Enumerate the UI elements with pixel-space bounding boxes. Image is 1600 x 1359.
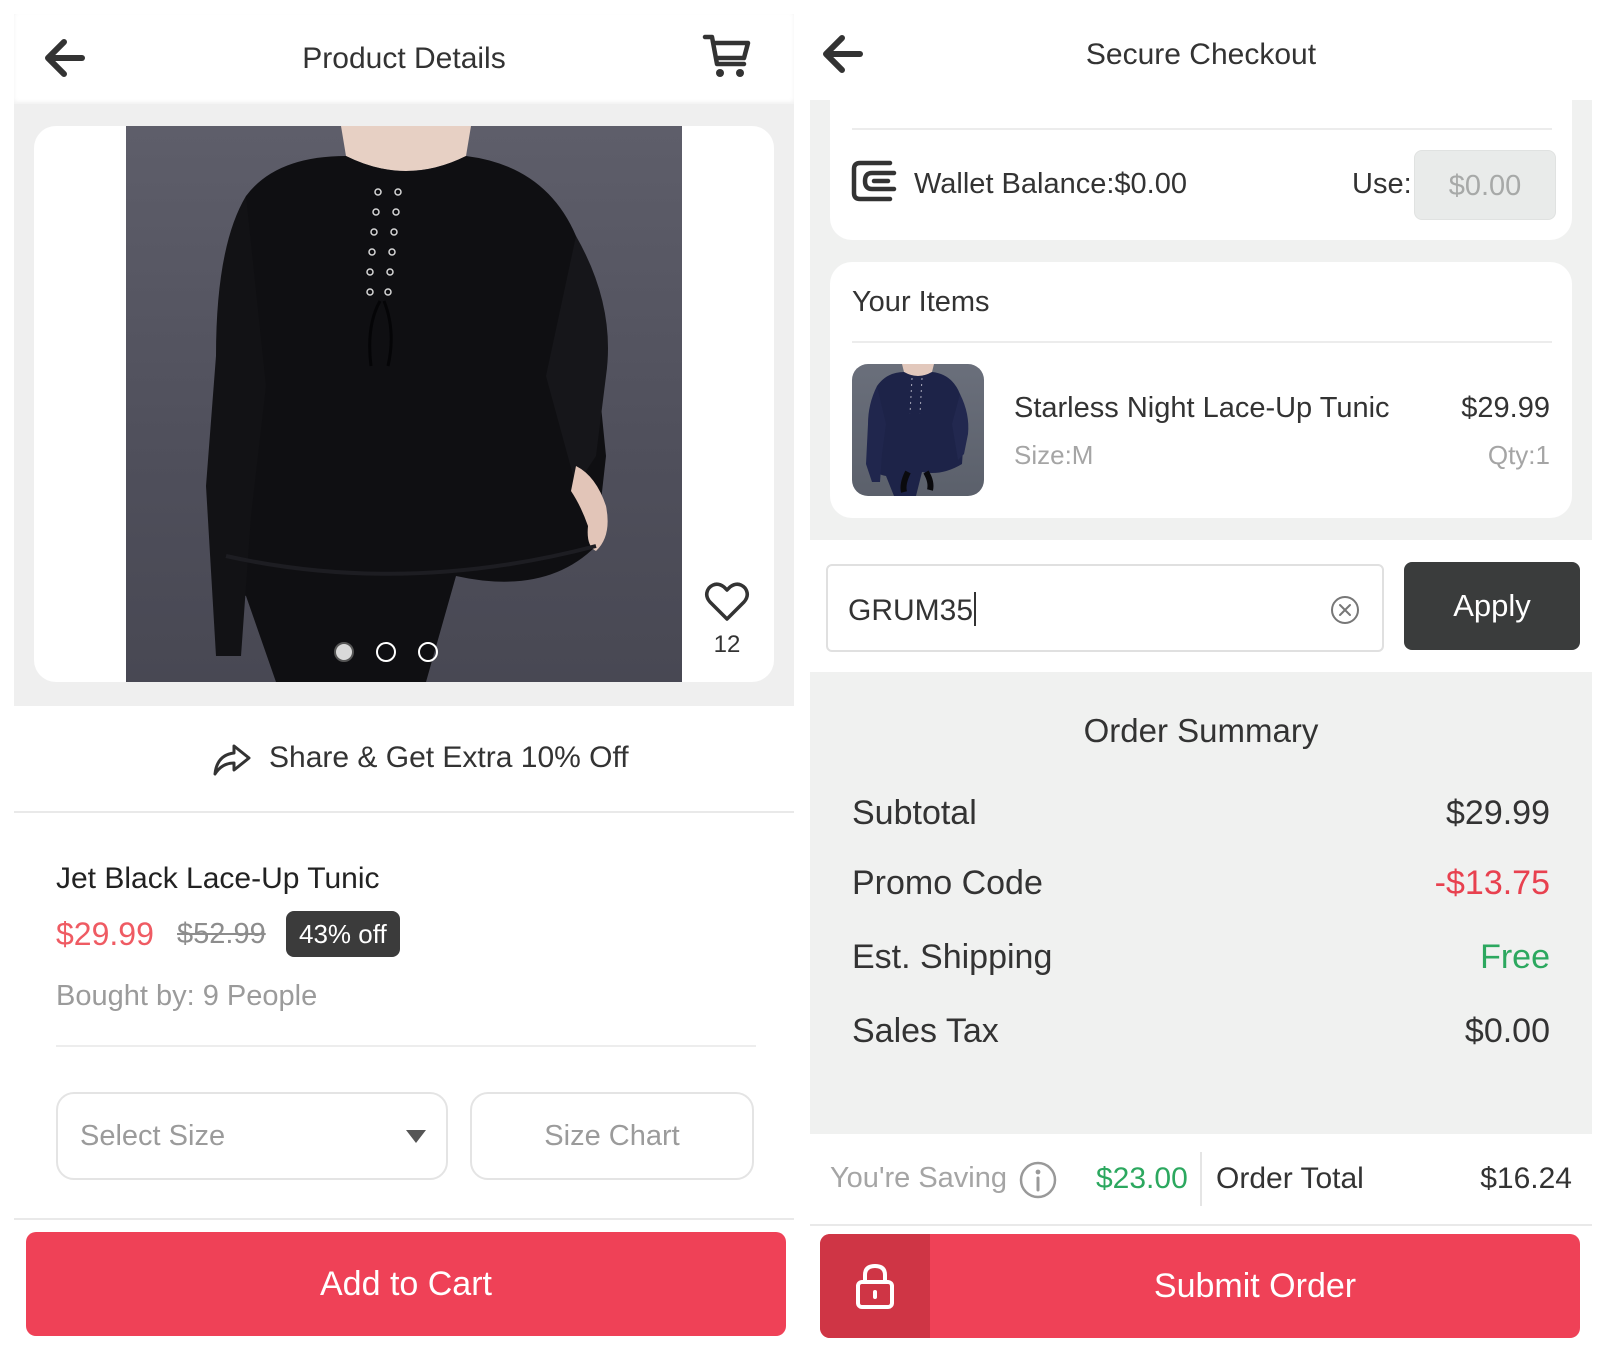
wallet-card: Wallet Balance:$0.00 Use: $0.00 [830, 100, 1572, 240]
info-icon[interactable] [1018, 1160, 1058, 1200]
summary-row-shipping: Est. Shipping Free [852, 938, 1550, 977]
product-name: Jet Black Lace-Up Tunic [56, 862, 380, 895]
product-details-screen: Product Details 12 Share & Get Extra 10%… [0, 0, 800, 1359]
carousel-dot-active[interactable] [334, 642, 354, 662]
page-title: Secure Checkout [1085, 38, 1317, 71]
summary-row-subtotal: Subtotal $29.99 [852, 794, 1550, 833]
saving-amount: $23.00 [1096, 1162, 1188, 1195]
dropdown-arrow-icon [406, 1130, 426, 1143]
summary-value: Free [1480, 938, 1550, 976]
promo-code-value: GRUM35 [848, 592, 977, 628]
wallet-balance: Wallet Balance:$0.00 [914, 168, 1187, 200]
item-thumbnail[interactable] [852, 364, 984, 496]
size-select-placeholder: Select Size [80, 1120, 226, 1152]
wallet-use-input[interactable]: $0.00 [1414, 150, 1556, 220]
order-summary: Order Summary Subtotal $29.99 Promo Code… [810, 672, 1592, 1134]
lock-section [820, 1234, 930, 1338]
bought-by-count: Bought by: 9 People [56, 980, 318, 1012]
checkout-screen: Secure Checkout Wallet Balance:$0.00 Use… [810, 0, 1600, 1359]
summary-row-tax: Sales Tax $0.00 [852, 1012, 1550, 1051]
carousel-dot[interactable] [418, 642, 438, 662]
summary-label: Promo Code [852, 864, 1043, 902]
promo-code-input[interactable]: GRUM35 [826, 564, 1384, 652]
submit-order-label: Submit Order [1153, 1267, 1357, 1305]
your-items-title: Your Items [852, 286, 990, 318]
share-row[interactable]: Share & Get Extra 10% Off [14, 705, 794, 813]
size-chart-button[interactable]: Size Chart [470, 1092, 754, 1180]
item-price: $29.99 [1461, 392, 1550, 424]
add-to-cart-button[interactable]: Add to Cart [26, 1232, 786, 1336]
share-icon [213, 744, 251, 776]
divider [1200, 1152, 1202, 1206]
summary-value: -$13.75 [1434, 864, 1550, 902]
divider [852, 341, 1552, 343]
summary-label: Est. Shipping [852, 938, 1053, 976]
text-caret [974, 592, 977, 626]
item-size: Size:M [1014, 440, 1094, 470]
apply-promo-button[interactable]: Apply [1404, 562, 1580, 650]
wallet-icon [851, 160, 897, 202]
summary-value: $29.99 [1446, 794, 1550, 832]
likes-count: 12 [713, 631, 741, 658]
page-title: Product Details [302, 42, 506, 75]
divider [852, 128, 1552, 130]
item-name: Starless Night Lace-Up Tunic [1014, 392, 1390, 424]
product-photo[interactable] [126, 126, 682, 682]
clear-icon[interactable] [1330, 595, 1360, 625]
share-label: Share & Get Extra 10% Off [269, 741, 629, 774]
order-total-label: Order Total [1216, 1162, 1364, 1195]
submit-order-button[interactable]: Submit Order [820, 1234, 1580, 1338]
size-select[interactable]: Select Size [56, 1092, 448, 1180]
summary-label: Subtotal [852, 794, 977, 832]
wallet-use-label: Use: [1352, 168, 1412, 200]
product-old-price: $52.99 [177, 918, 266, 950]
cart-icon[interactable] [702, 32, 752, 80]
checkout-header: Secure Checkout [810, 14, 1592, 100]
discount-badge: 43% off [286, 911, 400, 957]
product-header: Product Details [14, 14, 794, 104]
summary-label: Sales Tax [852, 1012, 999, 1050]
heart-icon[interactable] [704, 581, 750, 623]
product-image-card: 12 [34, 126, 774, 682]
order-total-value: $16.24 [1480, 1162, 1572, 1195]
summary-row-promo: Promo Code -$13.75 [852, 864, 1550, 903]
carousel-dot[interactable] [376, 642, 396, 662]
your-items-card: Your Items Starless Night Lace-Up Tunic … [830, 262, 1572, 518]
product-price: $29.99 [56, 916, 154, 952]
lock-icon [856, 1263, 894, 1309]
saving-total-bar: You're Saving $23.00 Order Total $16.24 [810, 1134, 1592, 1226]
divider [14, 1218, 794, 1220]
divider [56, 1045, 756, 1047]
saving-label: You're Saving [830, 1162, 1007, 1194]
summary-value: $0.00 [1464, 1012, 1550, 1050]
item-quantity: Qty:1 [1487, 440, 1550, 470]
order-summary-title: Order Summary [1083, 712, 1319, 749]
